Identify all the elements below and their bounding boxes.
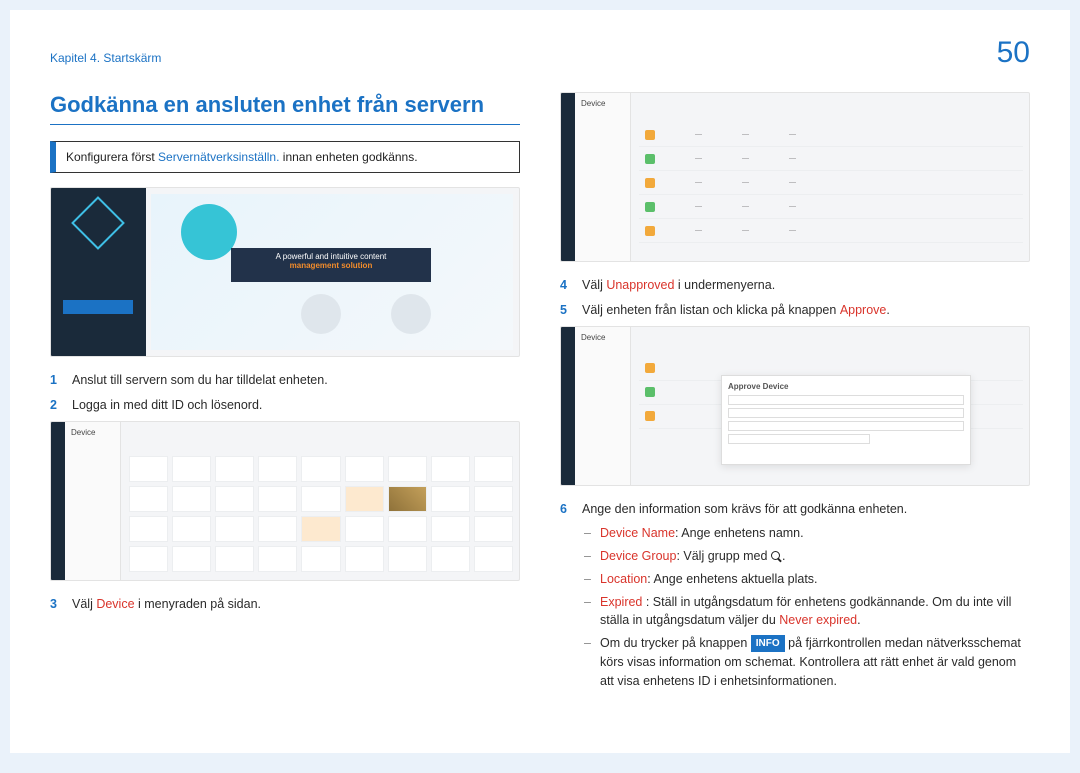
sub-device-name: ‒ Device Name: Ange enhetens namn. — [584, 524, 1030, 543]
dialog-field — [728, 408, 964, 418]
left-column: Godkänna en ansluten enhet från servern … — [50, 92, 520, 694]
step-post: . — [886, 303, 889, 317]
logo-icon — [71, 196, 125, 250]
step-pre: Välj — [582, 278, 606, 292]
info-pre: Om du trycker på knappen — [600, 636, 751, 650]
dialog-title: Approve Device — [728, 382, 964, 391]
step-text: Välj Unapproved i undermenyerna. — [582, 276, 1030, 295]
sub-body: Expired : Ställ in utgångsdatum för enhe… — [600, 593, 1030, 631]
step-number: 5 — [560, 301, 572, 320]
sub-info: ‒ Om du trycker på knappen INFO på fjärr… — [584, 634, 1030, 690]
sub-body: Device Group: Välj grupp med . — [600, 547, 1030, 566]
step-6: 6 Ange den information som krävs för att… — [560, 500, 1030, 519]
step-2: 2 Logga in med ditt ID och lösenord. — [50, 396, 520, 415]
screenshot-unapproved-list: Device ——— ——— ——— ——— ——— — [560, 92, 1030, 262]
step-3: 3 Välj Device i menyraden på sidan. — [50, 595, 520, 614]
step-text: Välj enheten från listan och klicka på k… — [582, 301, 1030, 320]
highlight-unapproved: Unapproved — [606, 278, 674, 292]
step-text: Anslut till servern som du har tilldelat… — [72, 371, 520, 390]
section-heading: Godkänna en ansluten enhet från servern — [50, 92, 520, 125]
step-number: 6 — [560, 500, 572, 519]
page-header: Kapitel 4. Startskärm 50 — [50, 36, 1030, 70]
field-label: Location — [600, 572, 647, 586]
chart-circle-icon — [301, 294, 341, 334]
content-columns: Godkänna en ansluten enhet från servern … — [50, 92, 1030, 694]
step-number: 1 — [50, 371, 62, 390]
field-post: . — [857, 613, 860, 627]
document-page: Kapitel 4. Startskärm 50 Godkänna en ans… — [10, 10, 1070, 753]
ss-sub-sidebar: Device — [575, 327, 631, 485]
ss-sidebar-title: Device — [575, 93, 630, 114]
step-text: Logga in med ditt ID och lösenord. — [72, 396, 520, 415]
field-label: Expired — [600, 595, 642, 609]
ss-device-tiles — [129, 456, 513, 574]
screenshot-device-grid: Device — [50, 421, 520, 581]
magnifier-icon — [771, 551, 782, 562]
bullet-dash: ‒ — [584, 547, 592, 566]
dialog-field — [728, 434, 870, 444]
sub-body: Om du trycker på knappen INFO på fjärrko… — [600, 634, 1030, 690]
field-label: Device Group — [600, 549, 676, 563]
sub-body: Device Name: Ange enhetens namn. — [600, 524, 1030, 543]
note-link: Servernätverksinställn. — [158, 150, 279, 164]
highlight-device: Device — [96, 597, 134, 611]
note-post: innan enheten godkänns. — [279, 150, 417, 164]
bullet-dash: ‒ — [584, 593, 592, 631]
field-desc: : Välj grupp med — [676, 549, 771, 563]
step-number: 2 — [50, 396, 62, 415]
ss-nav-rail — [561, 327, 575, 485]
sub-location: ‒ Location: Ange enhetens aktuella plats… — [584, 570, 1030, 589]
field-label: Device Name — [600, 526, 675, 540]
login-button-placeholder — [63, 300, 133, 314]
note-box: Konfigurera först Servernätverksinställn… — [50, 141, 520, 173]
ss-sub-sidebar: Device — [575, 93, 631, 261]
step-text: Välj Device i menyraden på sidan. — [72, 595, 520, 614]
step-post: i undermenyerna. — [674, 278, 775, 292]
highlight-never-expired: Never expired — [779, 613, 857, 627]
field-desc: : Ange enhetens aktuella plats. — [647, 572, 817, 586]
bullet-dash: ‒ — [584, 524, 592, 543]
chart-circle-icon — [391, 294, 431, 334]
step-pre: Välj — [72, 597, 96, 611]
ss-device-rows: ——— ——— ——— ——— ——— — [639, 123, 1023, 243]
step-post: i menyraden på sidan. — [135, 597, 261, 611]
bullet-dash: ‒ — [584, 570, 592, 589]
step-1: 1 Anslut till servern som du har tilldel… — [50, 371, 520, 390]
step-5: 5 Välj enheten från listan och klicka på… — [560, 301, 1030, 320]
ss-sidebar-title: Device — [575, 327, 630, 348]
ss-banner: A powerful and intuitive content managem… — [231, 248, 431, 282]
dialog-field — [728, 421, 964, 431]
field-desc: : Ange enhetens namn. — [675, 526, 804, 540]
step-pre: Välj enheten från listan och klicka på k… — [582, 303, 840, 317]
sub-body: Location: Ange enhetens aktuella plats. — [600, 570, 1030, 589]
right-column: Device ——— ——— ——— ——— ——— 4 Välj Unappr… — [560, 92, 1030, 694]
step-number: 4 — [560, 276, 572, 295]
banner-line1: A powerful and intuitive content — [235, 252, 427, 261]
chapter-label: Kapitel 4. Startskärm — [50, 51, 161, 65]
sub-device-group: ‒ Device Group: Välj grupp med . — [584, 547, 1030, 566]
ss-sub-sidebar: Device — [65, 422, 121, 580]
ss-nav-rail — [51, 422, 65, 580]
approve-dialog: Approve Device — [721, 375, 971, 465]
bullet-dash: ‒ — [584, 634, 592, 690]
ss-sidebar-dark — [51, 188, 146, 356]
page-number: 50 — [997, 36, 1030, 70]
sub-expired: ‒ Expired : Ställ in utgångsdatum för en… — [584, 593, 1030, 631]
dialog-field — [728, 395, 964, 405]
note-pre: Konfigurera först — [66, 150, 158, 164]
chart-circle-icon — [181, 204, 237, 260]
screenshot-approve-dialog: Device Approve Device — [560, 326, 1030, 486]
step-text: Ange den information som krävs för att g… — [582, 500, 1030, 519]
step-number: 3 — [50, 595, 62, 614]
info-badge: INFO — [751, 635, 785, 652]
step-4: 4 Välj Unapproved i undermenyerna. — [560, 276, 1030, 295]
ss-nav-rail — [561, 93, 575, 261]
screenshot-login: A powerful and intuitive content managem… — [50, 187, 520, 357]
field-post: . — [782, 549, 785, 563]
banner-line2: management solution — [235, 261, 427, 270]
ss-sidebar-title: Device — [65, 422, 120, 443]
highlight-approve: Approve — [840, 303, 887, 317]
